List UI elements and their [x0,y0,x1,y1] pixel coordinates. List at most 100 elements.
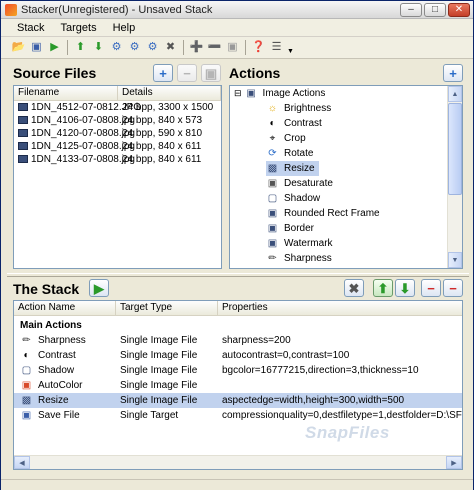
tree-item-label: Watermark [284,238,333,249]
tree-item-label: Crop [284,133,306,144]
splitter[interactable] [7,273,469,277]
source-files-list[interactable]: Filename Details 1DN_4512-07-0812.JPG 24… [13,85,222,269]
stack-tools-button[interactable]: ✖ [344,279,364,297]
tools-icon[interactable]: ✖ [163,40,178,55]
open-folder-icon[interactable]: 📂 [11,40,26,55]
tree-item[interactable]: ✏ Sharpness [266,251,332,266]
tree-item[interactable]: ◐ Contrast [266,116,321,131]
app-window: Stacker(Unregistered) - Unsaved Stack – … [0,0,474,490]
stack-list[interactable]: Action Name Target Type Properties Main … [13,300,463,470]
action-name: Shadow [38,365,75,376]
tree-collapse-icon[interactable]: ⊟ [234,86,242,101]
move-up-icon[interactable]: ⬆ [73,40,88,55]
clear-actions-button[interactable]: − [443,279,463,297]
table-row-selected[interactable]: ▩ Resize Single Image File aspectedge=wid… [14,393,462,408]
stack-horizontal-scrollbar[interactable]: ◀ ▶ [14,455,462,469]
tree-root-label: Image Actions [262,88,326,99]
gear-icon[interactable]: ⚙ [109,40,124,55]
move-down-icon[interactable]: ⬇ [91,40,106,55]
tree-item-label: Border [284,223,315,234]
run-stack-button[interactable]: ▶ [89,279,109,297]
filename: 1DN_4125-07-0808.jpg [31,141,135,152]
column-header-filename[interactable]: Filename [14,86,118,101]
table-row[interactable]: ▣ Save File Single Target compressionqual… [14,408,462,423]
scrollbar-thumb[interactable] [448,103,462,195]
table-row[interactable]: ▢ Shadow Single Image File bgcolor=167772… [14,363,462,378]
rounded-frame-icon: ▣ [267,207,278,219]
tree-root[interactable]: ⊟ ▣ Image Actions [234,86,325,101]
scroll-left-icon[interactable]: ◀ [14,456,30,469]
run-icon[interactable]: ▶ [47,40,62,55]
image-actions-icon: ▣ [246,87,256,99]
move-up-button[interactable]: ⬆ [373,279,393,297]
menu-bar: Stack Targets Help [1,19,473,37]
title-bar: Stacker(Unregistered) - Unsaved Stack – … [1,1,473,19]
actions-scrollbar[interactable]: ▲ ▼ [447,86,462,268]
tree-item-label: Rotate [284,148,314,159]
save-icon[interactable]: ▣ [29,40,44,55]
column-header-action-name[interactable]: Action Name [14,301,116,316]
tree-item[interactable]: ⌖ Crop [266,131,306,146]
gear-icon[interactable]: ⚙ [145,40,160,55]
table-row[interactable]: ✏ Sharpness Single Image File sharpness=2… [14,333,462,348]
tree-item[interactable]: ▣ Rounded Rect Frame [266,206,380,221]
help-icon[interactable]: ❓ [251,40,266,55]
tree-item-selected[interactable]: ▩ Resize [266,161,319,176]
remove-icon[interactable]: ➖ [207,40,222,55]
remove-source-button[interactable]: − [177,64,197,82]
image-file-icon [18,155,28,164]
maximize-icon[interactable]: □ [424,2,446,17]
scroll-right-icon[interactable]: ▶ [446,456,462,469]
toolbar-divider [67,40,68,55]
toolbar: 📂 ▣ ▶ ⬆ ⬇ ⚙ ⚙ ⚙ ✖ ➕ ➖ ▣ ❓ ☰ ▼ [1,37,473,59]
chevron-down-icon[interactable]: ▼ [287,40,294,55]
properties: autocontrast=0,contrast=100 [222,350,350,361]
tree-item[interactable]: ▣ Watermark [266,236,333,251]
image-file-icon [18,103,28,112]
autocolor-icon: ▣ [21,379,32,391]
menu-help[interactable]: Help [107,22,142,34]
tree-item[interactable]: ▣ Desaturate [266,176,333,191]
move-down-button[interactable]: ⬇ [395,279,415,297]
menu-stack[interactable]: Stack [11,22,51,34]
toolbar-divider [183,40,184,55]
actions-tree[interactable]: ⊟ ▣ Image Actions ☼ Brightness ◐ Contrast … [229,85,463,269]
list-item[interactable]: 1DN_4120-07-0808.jpg 24 bpp, 590 x 810 [14,127,221,140]
tree-item[interactable]: ▣ Border [266,221,314,236]
minimize-icon[interactable]: – [400,2,422,17]
list-item[interactable]: 1DN_4512-07-0812.JPG 24 bpp, 3300 x 1500 [14,101,221,114]
properties: bgcolor=16777215,direction=3,thickness=1… [222,365,419,376]
image-file-icon [18,129,28,138]
table-row[interactable]: ▣ AutoColor Single Image File [14,378,462,393]
preview-source-button[interactable]: ▣ [201,64,221,82]
target-type: Single Image File [120,395,198,406]
table-row[interactable]: ◐ Contrast Single Image File autocontrast… [14,348,462,363]
file-details: 24 bpp, 840 x 573 [122,115,203,126]
add-source-button[interactable]: + [153,64,173,82]
tree-item-label: Shadow [284,193,321,204]
close-icon[interactable]: ✕ [448,2,470,17]
target-type: Single Image File [120,335,198,346]
scroll-down-icon[interactable]: ▼ [448,252,462,268]
gear-icon[interactable]: ⚙ [127,40,142,55]
tree-item[interactable]: ☼ Brightness [266,101,331,116]
scroll-up-icon[interactable]: ▲ [448,86,462,102]
list-item[interactable]: 1DN_4106-07-0808.jpg 24 bpp, 840 x 573 [14,114,221,127]
preview-icon[interactable]: ▣ [225,40,240,55]
file-details: 24 bpp, 590 x 810 [122,128,203,139]
brightness-icon: ☼ [267,102,278,114]
save-file-icon: ▣ [21,409,32,421]
settings-icon[interactable]: ☰ [269,40,284,55]
column-header-details[interactable]: Details [118,86,221,101]
toolbar-divider [245,40,246,55]
column-header-target-type[interactable]: Target Type [116,301,218,316]
add-action-button[interactable]: + [443,64,463,82]
tree-item[interactable]: ▢ Shadow [266,191,320,206]
list-item[interactable]: 1DN_4133-07-0808.jpg 24 bpp, 840 x 611 [14,153,221,166]
remove-action-button[interactable]: − [421,279,441,297]
tree-item[interactable]: ⟳ Rotate [266,146,313,161]
column-header-properties[interactable]: Properties [218,301,462,316]
list-item[interactable]: 1DN_4125-07-0808.jpg 24 bpp, 840 x 611 [14,140,221,153]
menu-targets[interactable]: Targets [55,22,103,34]
add-icon[interactable]: ➕ [189,40,204,55]
